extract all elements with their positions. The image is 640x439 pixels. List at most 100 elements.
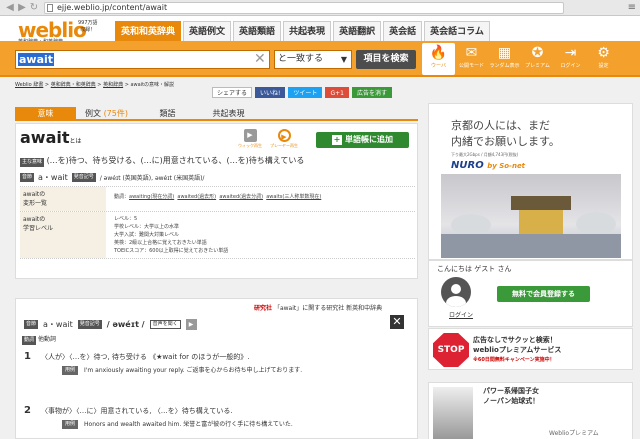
publisher: 研究社: [254, 305, 273, 312]
tweet-button[interactable]: ツイート: [288, 87, 323, 98]
snow-tree: [576, 212, 616, 236]
tab-examples-count: (75件): [103, 109, 128, 118]
reload-icon[interactable]: ↻: [28, 2, 40, 14]
premium-ad[interactable]: パワー系帰国子女 ノーパン始球式！ Weblioプレミアム: [428, 382, 633, 439]
menu-icon[interactable]: ≡: [628, 2, 636, 13]
play-circle-icon: ▶: [277, 129, 291, 142]
quick-play-button[interactable]: ▶ ウィック再生: [238, 129, 262, 148]
tab-meaning[interactable]: 意味: [15, 107, 76, 121]
dictionary-box: 研究社 「await」に関する研究社 新英和中辞典 ✕ 音節 a・wait 発音…: [15, 298, 418, 439]
search-input[interactable]: await ✕: [15, 50, 270, 69]
breadcrumb-item[interactable]: Weblio 辞書: [15, 82, 43, 88]
nav-tab-conversation[interactable]: 英会話: [383, 21, 423, 41]
play-icon[interactable]: ▶: [185, 319, 197, 330]
login-button[interactable]: ⇥ ログイン: [554, 43, 587, 75]
header-icons: 🔥 ウーバ ✉ 公開モード ▦ ランダム表示 ✪ プレミアム ⇥ ログイン ⚙ 設定: [422, 43, 620, 75]
audio-area: ▶ ウィック再生 ▶ プレーヤー再生: [238, 129, 306, 148]
remove-ads-button[interactable]: 広告を消す: [351, 87, 392, 98]
breadcrumb-item[interactable]: 英和辞典・和英辞典: [51, 82, 96, 88]
listen-button[interactable]: 音声を聞く: [149, 320, 181, 329]
example-tag: 用例: [62, 366, 79, 375]
premium-campaign: ※60日間無料キャンペーン実施中！: [473, 357, 555, 363]
search-button[interactable]: 項目を検索: [356, 50, 416, 69]
premium-banner[interactable]: STOP 広告なしでサクッと検索！ weblioプレミアムサービス ※60日間無料…: [428, 328, 633, 370]
tab-collocations[interactable]: 共起表現: [198, 107, 259, 121]
share-button[interactable]: シェアする: [212, 87, 253, 98]
breadcrumb-item[interactable]: 英和辞典: [103, 82, 123, 88]
level-line: TOEICスコア：600以上取得に覚えておきたい単語: [114, 248, 229, 254]
info-value: レベル：5 学校レベル：大学以上の水準 大学入試：難関大対策レベル 英検：2級以…: [106, 212, 415, 258]
chevron-down-icon: ▼: [340, 55, 347, 64]
verb-tag: 動詞: [22, 336, 37, 345]
nav-tab-examples[interactable]: 英語例文: [183, 21, 232, 41]
plus-icon: +: [332, 135, 342, 145]
syllable-tag: 音節: [20, 173, 35, 182]
nav-tab-synonyms[interactable]: 英語類語: [233, 21, 282, 41]
example-1: 用例 I'm anxiously awaiting your reply. ご返事…: [62, 366, 354, 375]
temple-body: [519, 210, 563, 234]
premium-button[interactable]: ✪ プレミアム: [521, 43, 554, 75]
nuro-ad[interactable]: 京都の人には、まだ 内緒でお願いします。 下り最大2Gbps / 月額4,743円…: [428, 103, 633, 260]
player-play-button[interactable]: ▶ プレーヤー再生: [270, 129, 298, 148]
match-select[interactable]: と一致する ▼: [274, 50, 352, 69]
headword: awaitとは: [20, 128, 82, 147]
close-icon[interactable]: ✕: [390, 315, 404, 329]
player-play-label: プレーヤー再生: [270, 143, 298, 148]
main-meaning: 主な意味 (…を)待つ、待ち受ける、(…に)用意されている、(…を)待ち構えてい…: [20, 155, 304, 167]
form-link[interactable]: awaited(過去分詞): [219, 194, 263, 200]
nav-tab-column[interactable]: 英会話コラム: [424, 21, 490, 41]
medal-icon: ✪: [531, 45, 544, 61]
syllable-tag: 音節: [24, 320, 39, 329]
form-link[interactable]: awaiting(現在分詞): [129, 194, 174, 200]
address-bar[interactable]: ejje.weblio.jp/content/await: [44, 1, 564, 14]
verb-type: 他動詞: [37, 336, 56, 343]
add-to-wordbook-button[interactable]: + 単語帳に追加: [316, 132, 409, 148]
nav-tab-eiwa[interactable]: 英和和英辞典: [115, 21, 182, 41]
back-icon[interactable]: ◀: [4, 2, 16, 14]
main-content: Weblio 辞書 > 英和辞典・和英辞典 > 英和辞典 > awaitの意味・…: [15, 80, 418, 439]
tab-examples[interactable]: 例文 (75件): [76, 107, 137, 121]
random-label: ランダム表示: [489, 63, 520, 69]
temple-image: [441, 174, 621, 258]
ad-headline: 京都の人には、まだ 内緒でお願いします。: [451, 118, 560, 150]
top-nav: 英和和英辞典 英語例文 英語類語 共起表現 英語翻訳 英会話 英会話コラム: [115, 21, 492, 41]
settings-label: 設定: [598, 63, 609, 69]
match-select-value: と一致する: [278, 54, 324, 64]
fire-icon: 🔥: [429, 45, 448, 61]
facebook-like-button[interactable]: いいね!: [255, 87, 286, 98]
sense-1: 1 〈人が〉〈…を〉待つ, 待ち受ける 《★wait for のほうが一般的》.: [24, 351, 249, 362]
login-icon: ⇥: [564, 45, 577, 61]
settings-button[interactable]: ⚙ 設定: [587, 43, 620, 75]
verb-label: 動詞 他動詞: [22, 334, 56, 345]
sense-2: 2 〈事物が〉〈…に〉用意されている, 〈…を〉待ち構えている.: [24, 405, 233, 416]
info-value: 動詞：awaiting(現在分詞) awaited(過去形) awaited(過…: [106, 187, 415, 211]
register-button[interactable]: 無料で会員登録する: [497, 286, 590, 302]
tab-synonyms-label: 類語: [159, 109, 176, 118]
clear-icon[interactable]: ✕: [254, 52, 266, 67]
form-link[interactable]: awaited(過去形): [177, 194, 216, 200]
random-button[interactable]: ▦ ランダム表示: [488, 43, 521, 75]
avatar-head: [451, 284, 461, 294]
public-mode-button[interactable]: ✉ 公開モード: [455, 43, 488, 75]
fire-button[interactable]: 🔥 ウーバ: [422, 43, 455, 75]
search-query[interactable]: await: [18, 53, 55, 66]
main-meaning-text: (…を)待つ、待ち受ける、(…に)用意されている、(…を)待ち構えている: [46, 156, 305, 165]
ad-fine-print: 下り最大2Gbps / 月額4,743円(税抜): [451, 152, 519, 157]
dictionary-title[interactable]: 「await」に関する研究社 新英和中辞典: [274, 305, 382, 312]
stop-sign-icon: STOP: [433, 333, 469, 367]
tab-synonyms[interactable]: 類語: [137, 107, 198, 121]
play-icon: ▶: [243, 129, 257, 142]
site-header: weblio 英和辞典・和英辞典 997万語 収録！ 英和和英辞典 英語例文 英…: [0, 16, 640, 45]
logo-badge-line2: 収録！: [80, 27, 96, 33]
form-link[interactable]: awaits(三人称単数現在): [266, 194, 321, 200]
add-to-wordbook-label: 単語帳に追加: [345, 135, 393, 144]
nav-tab-collocations[interactable]: 共起表現: [283, 21, 332, 41]
forward-icon[interactable]: ▶: [16, 2, 28, 14]
dictionary-heading: 研究社 「await」に関する研究社 新英和中辞典: [254, 303, 382, 312]
login-link[interactable]: ログイン: [449, 310, 473, 319]
google-plus-button[interactable]: G+1: [325, 87, 349, 98]
dict-pronunciation: 音節 a・wait 発音記号 / əwéɪt / 音声を聞く ▶: [24, 319, 202, 330]
nav-tab-translation[interactable]: 英語翻訳: [333, 21, 382, 41]
ad-line: 京都の人には、まだ: [451, 119, 550, 132]
level-line: レベル：5: [114, 216, 138, 222]
